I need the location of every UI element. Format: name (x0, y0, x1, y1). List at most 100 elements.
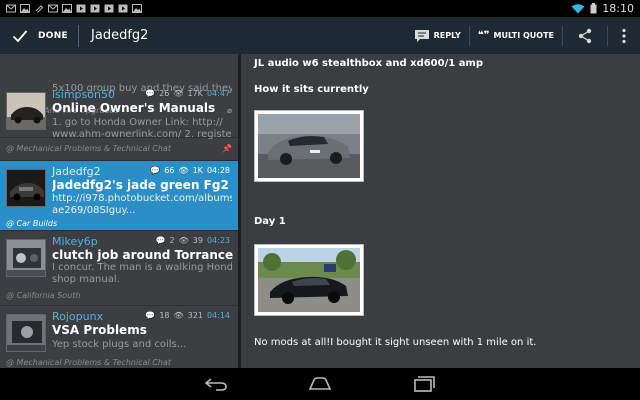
thread-thumbnail (6, 314, 46, 352)
recent-apps-icon (414, 376, 435, 392)
car-thumbnail-image (7, 170, 45, 206)
thread-stats: 💬 18 👁 321 04:14 (145, 311, 230, 320)
replies-icon: 💬 (145, 311, 156, 320)
thread-forum: @ Mechanical Problems & Technical Chat (6, 358, 171, 367)
reply-count: 26 (159, 89, 170, 98)
thread-time: 04:14 (206, 311, 230, 320)
image-icon (20, 4, 30, 13)
thread-author[interactable]: Rojopunx (52, 310, 103, 323)
share-icon (578, 28, 592, 43)
thread-author[interactable]: Jadedfg2 (52, 165, 101, 178)
home-button[interactable] (307, 374, 333, 394)
thread-author[interactable]: lsimpson50 (52, 88, 115, 101)
views-icon: 👁 (178, 166, 189, 175)
notification-icons (6, 4, 142, 13)
multi-quote-button[interactable]: ❝❞ MULTI QUOTE (470, 17, 562, 54)
view-count: 1K (192, 166, 203, 175)
view-count: 39 (192, 236, 203, 245)
thread-title[interactable]: Online Owner's Manuals (52, 101, 234, 115)
thread-stats: 💬 66 👁 1K 04:28 (150, 166, 230, 175)
car-thumbnail-image (7, 93, 45, 129)
thread-title[interactable]: VSA Problems (52, 323, 234, 337)
action-bar: DONE Jadedfg2 REPLY ❝❞ MULTI QUOTE (0, 17, 640, 54)
views-icon: 👁 (173, 311, 184, 320)
thread-author[interactable]: Mikey6p (52, 235, 98, 248)
thread-stats: 💬 2 👁 39 04:23 (156, 236, 230, 245)
reply-icon (414, 29, 429, 42)
multi-quote-label: MULTI QUOTE (493, 31, 554, 40)
thread-stats: 💬 26 👁 17K 04:47 (145, 89, 230, 98)
thread-snippet: Yep stock plugs and coils... (52, 339, 187, 350)
thread-title[interactable]: Jadedfg2's jade green Fg2 (52, 178, 234, 192)
replies-icon: 💬 (150, 166, 161, 175)
image-icon (132, 4, 142, 13)
thread-thumbnail (6, 92, 46, 130)
thread-snippet: shop manual. (52, 274, 120, 285)
screen: 18:10 DONE Jadedfg2 REPLY ❝❞ MULTI QUOTE (0, 0, 640, 400)
thread-row-selected[interactable]: Jadedfg2 💬 66 👁 1K 04:28 Jadedfg2's jade g… (0, 161, 238, 231)
engine-thumbnail-image (7, 240, 45, 276)
post-text: Day 1 (254, 216, 286, 227)
thread-time: 04:23 (206, 236, 230, 245)
quote-icon: ❝❞ (477, 30, 490, 41)
reply-count: 2 (169, 236, 175, 245)
view-count: 17K (187, 89, 203, 98)
thread-snippet: http://i978.photobucket.com/albums/ (52, 193, 232, 204)
done-label: DONE (38, 30, 69, 41)
reply-label: REPLY (433, 31, 461, 40)
image-icon (62, 4, 72, 13)
share-button[interactable] (563, 17, 607, 54)
post-image[interactable] (254, 110, 364, 182)
thread-time: 04:28 (206, 166, 230, 175)
mail-icon (48, 4, 58, 13)
thread-snippet: 1. go to Honda Owner Link: http:// (52, 117, 223, 128)
mail-icon (6, 4, 16, 13)
thread-time: 04:47 (206, 89, 230, 98)
back-icon (204, 378, 227, 391)
play-icon (76, 4, 86, 13)
thread-row[interactable]: Rojopunx 💬 18 👁 321 04:14 VSA Problems Yep… (0, 306, 238, 368)
replies-icon: 💬 (155, 236, 166, 245)
replies-icon: 💬 (145, 89, 156, 98)
page-title: Jadedfg2 (91, 28, 149, 43)
recent-apps-button[interactable] (411, 374, 437, 394)
engine-thumbnail-image (7, 315, 45, 351)
attachment-icon (35, 5, 44, 13)
views-icon: 👁 (173, 89, 184, 98)
thread-title[interactable]: clutch job around Torrance (52, 248, 234, 262)
thread-row[interactable]: Mikey6p 💬 2 👁 39 04:23 clutch job around T… (0, 231, 238, 306)
reply-button[interactable]: REPLY (406, 17, 469, 54)
clock: 18:10 (602, 2, 634, 15)
reply-count: 18 (159, 311, 170, 320)
system-indicators: 18:10 (571, 2, 634, 15)
thread-forum: @ California South (6, 291, 81, 300)
action-bar-actions: REPLY ❝❞ MULTI QUOTE (406, 17, 640, 54)
post-image[interactable] (254, 244, 364, 316)
gray-coupe-photo (258, 114, 360, 178)
overflow-menu-button[interactable] (608, 17, 640, 54)
views-icon: 👁 (178, 236, 189, 245)
status-bar: 18:10 (0, 0, 640, 17)
checkmark-icon (12, 29, 28, 42)
thread-snippet: www.ahm-ownerlink.com/ 2. registe... (52, 129, 232, 140)
thread-row[interactable]: lsimpson50 💬 26 👁 17K 04:47 Online Owner's… (0, 84, 238, 161)
thread-snippet: ae269/08SIguy... (52, 205, 136, 216)
done-button[interactable]: DONE (0, 17, 78, 54)
thread-list[interactable]: 5x100 group buy and they said they... @ … (0, 54, 238, 368)
thread-thumbnail (6, 239, 46, 277)
navigation-bar (0, 368, 640, 400)
pin-icon: 📌 (222, 144, 232, 153)
post-text: No mods at all!I bought it sight unseen … (254, 337, 537, 348)
view-count: 321 (187, 311, 203, 320)
thread-forum: @ Car Builds (6, 219, 58, 228)
post-content[interactable]: JL audio w6 stealthbox and xd600/1 amp H… (241, 54, 640, 368)
overflow-icon (622, 28, 626, 43)
home-icon (308, 377, 332, 390)
wifi-icon (571, 3, 585, 13)
battery-icon (590, 3, 597, 14)
thread-thumbnail (6, 169, 46, 207)
post-text: JL audio w6 stealthbox and xd600/1 amp (254, 58, 484, 69)
black-coupe-photo (258, 248, 360, 312)
back-button[interactable] (203, 374, 229, 394)
play-icon (104, 4, 114, 13)
